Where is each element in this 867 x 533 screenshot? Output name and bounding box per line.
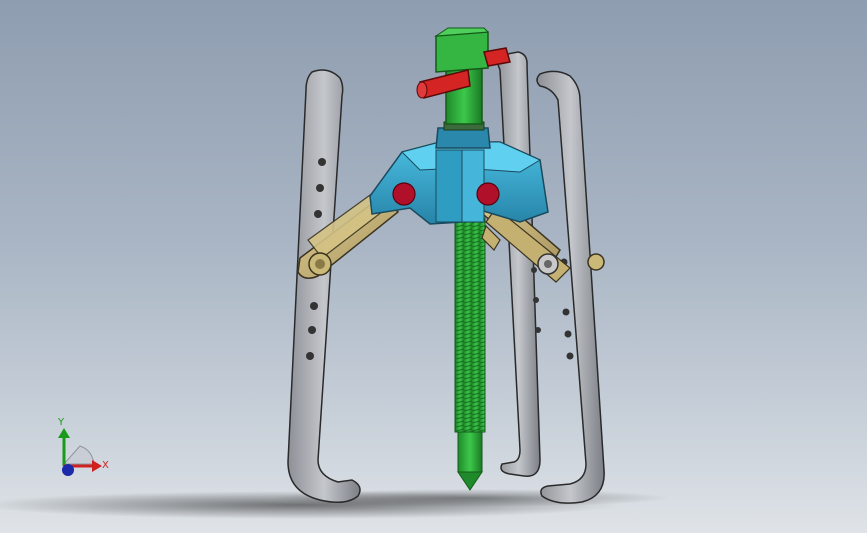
model-view[interactable]: Y X (0, 0, 867, 533)
cad-viewport[interactable]: Y X (0, 0, 867, 533)
leg-hole (306, 352, 314, 360)
y-axis-label: Y (57, 417, 65, 428)
rivet (392, 182, 416, 206)
puller-leg-right[interactable] (536, 70, 605, 504)
rivet (476, 182, 500, 206)
z-axis (62, 464, 74, 476)
leg-hole (318, 158, 326, 166)
forcing-screw[interactable] (454, 217, 486, 491)
coordinate-triad: Y X (57, 417, 109, 476)
leg-hole (310, 302, 318, 310)
leg-hole (531, 267, 537, 273)
leg-hole (564, 330, 572, 338)
leg-hole (314, 210, 322, 218)
leg-hole (308, 326, 316, 334)
x-axis-label: X (102, 460, 109, 471)
leg-hole (533, 297, 539, 303)
leg-hole (535, 327, 541, 333)
leg-hole (562, 308, 570, 316)
puller-leg-left[interactable] (287, 69, 361, 503)
leg-hole (316, 184, 324, 192)
leg-hole (566, 352, 574, 360)
